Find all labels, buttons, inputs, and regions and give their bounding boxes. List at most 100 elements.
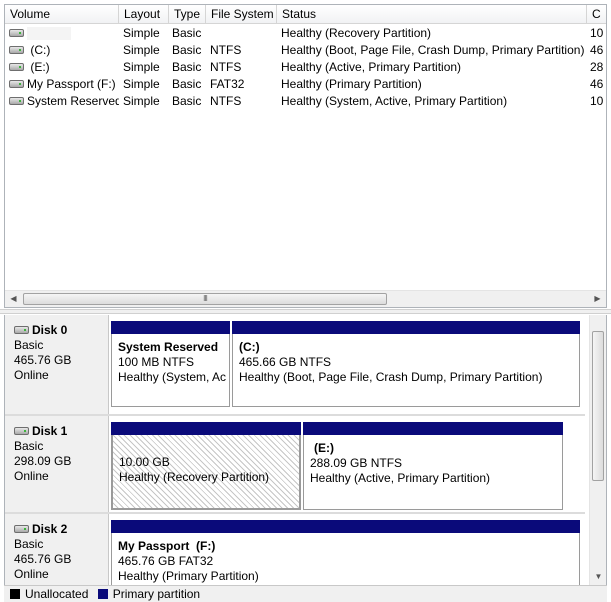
disk-icon	[14, 325, 29, 334]
capacity-cell: 46	[590, 77, 604, 91]
capacity-cell: 10	[590, 26, 604, 40]
drive-icon	[9, 45, 24, 54]
vertical-scroll-thumb[interactable]	[592, 331, 604, 481]
partition-title: System Reserved	[118, 340, 219, 354]
partition-size: 100 MB NTFS	[118, 355, 195, 369]
partition-c[interactable]: (C:) 465.66 GB NTFS Healthy (Boot, Page …	[232, 321, 580, 407]
partition-e[interactable]: (E:) 288.09 GB NTFS Healthy (Active, Pri…	[303, 422, 563, 510]
capacity-cell: 46	[590, 43, 604, 57]
legend: Unallocated Primary partition	[4, 585, 607, 602]
file-system-cell: NTFS	[210, 43, 242, 57]
partition-title: (E:)	[314, 441, 334, 455]
table-row[interactable]: System Reserved Simple Basic NTFS Health…	[5, 93, 606, 110]
scroll-up-arrow-icon[interactable]	[590, 315, 606, 332]
table-row[interactable]: (C:) Simple Basic NTFS Healthy (Boot, Pa…	[5, 42, 606, 59]
legend-unallocated: Unallocated	[10, 587, 92, 601]
partition-f[interactable]: My Passport (F:) 465.76 GB FAT32 Healthy…	[111, 520, 580, 585]
partition-status: Healthy (System, Ac	[118, 370, 227, 384]
legend-label: Unallocated	[25, 587, 89, 601]
volume-name: (C:)	[30, 43, 51, 57]
partition-title: My Passport (F:)	[118, 539, 216, 553]
status-cell: Healthy (Boot, Page File, Crash Dump, Pr…	[281, 43, 585, 57]
disk-size: 298.09 GB	[14, 454, 72, 468]
column-header-label: File System	[211, 7, 274, 21]
volume-cell: (E:)	[9, 59, 119, 76]
volume-list-header: Volume Layout Type File System Status C	[5, 5, 606, 24]
column-header-layout[interactable]: Layout	[119, 5, 169, 24]
disk-name: Disk 1	[32, 424, 68, 438]
volume-rows: Simple Basic Healthy (Recovery Partition…	[5, 25, 606, 110]
table-row[interactable]: My Passport (F:) Simple Basic FAT32 Heal…	[5, 76, 606, 93]
status-cell: Healthy (System, Active, Primary Partiti…	[281, 94, 508, 108]
column-header-label: C	[592, 7, 601, 21]
primary-swatch-icon	[97, 588, 108, 599]
status-cell: Healthy (Active, Primary Partition)	[281, 60, 462, 74]
file-system-cell: FAT32	[210, 77, 245, 91]
column-header-file-system[interactable]: File System	[206, 5, 277, 24]
scroll-down-arrow-icon[interactable]: ▼	[590, 568, 606, 585]
partition-size: 465.76 GB FAT32	[118, 554, 214, 568]
volume-cell: (C:)	[9, 42, 119, 59]
disk-row-2[interactable]: Disk 2 Basic 465.76 GB Online My Passpor…	[5, 514, 585, 585]
partition-size: 288.09 GB NTFS	[310, 456, 403, 470]
pane-splitter[interactable]	[0, 309, 611, 314]
capacity-cell: 10	[590, 94, 604, 108]
disk-type: Basic	[14, 338, 44, 352]
scroll-left-arrow-icon[interactable]: ◀	[5, 291, 22, 307]
drive-icon	[9, 79, 24, 88]
vertical-scrollbar[interactable]: ▼	[589, 315, 606, 585]
volume-cell: System Reserved	[9, 93, 119, 110]
file-system-cell: NTFS	[210, 94, 242, 108]
disk-state: Online	[14, 368, 49, 382]
scroll-right-arrow-icon[interactable]: ▶	[589, 291, 606, 307]
layout-cell: Simple	[123, 60, 160, 74]
volume-list[interactable]: Volume Layout Type File System Status C …	[4, 4, 607, 308]
horizontal-scrollbar[interactable]: ◀ III ▶	[5, 290, 606, 307]
partition-size: 10.00 GB	[119, 455, 170, 469]
volume-name: System Reserved	[27, 94, 119, 108]
disk-state: Online	[14, 469, 49, 483]
column-header-label: Type	[174, 7, 201, 21]
layout-cell: Simple	[123, 43, 160, 57]
disk-type: Basic	[14, 439, 44, 453]
column-header-volume[interactable]: Volume	[5, 5, 119, 24]
primary-partition-bar	[111, 422, 301, 435]
column-header-type[interactable]: Type	[169, 5, 206, 24]
volume-cell: My Passport (F:)	[9, 76, 119, 93]
table-row[interactable]: (E:) Simple Basic NTFS Healthy (Active, …	[5, 59, 606, 76]
horizontal-scroll-thumb[interactable]: III	[23, 293, 387, 305]
disk-info[interactable]: Disk 0 Basic 465.76 GB Online	[5, 315, 109, 416]
column-header-capacity[interactable]: C	[587, 5, 606, 24]
column-header-label: Layout	[124, 7, 161, 21]
layout-cell: Simple	[123, 77, 160, 91]
scroll-grip-icon: III	[203, 294, 208, 303]
disk-name: Disk 2	[32, 522, 68, 536]
disk-type: Basic	[14, 537, 44, 551]
disk-info[interactable]: Disk 1 Basic 298.09 GB Online	[5, 416, 109, 514]
column-header-label: Status	[282, 7, 317, 21]
column-header-status[interactable]: Status	[277, 5, 587, 24]
drive-icon	[9, 28, 24, 37]
type-cell: Basic	[172, 94, 202, 108]
disk-icon	[14, 524, 29, 533]
partition-system-reserved[interactable]: System Reserved 100 MB NTFS Healthy (Sys…	[111, 321, 230, 407]
primary-partition-bar	[303, 422, 563, 435]
layout-cell: Simple	[123, 94, 160, 108]
disk-info[interactable]: Disk 2 Basic 465.76 GB Online	[5, 514, 109, 585]
volume-name: (E:)	[30, 60, 50, 74]
disk-row-0[interactable]: Disk 0 Basic 465.76 GB Online System Res…	[5, 315, 585, 416]
disk-size: 465.76 GB	[14, 353, 72, 367]
disk-size: 465.76 GB	[14, 552, 72, 566]
primary-partition-bar	[111, 520, 580, 533]
disk-map: Disk 0 Basic 465.76 GB Online System Res…	[4, 315, 607, 585]
type-cell: Basic	[172, 60, 202, 74]
volume-cell	[9, 25, 119, 42]
disk-row-1[interactable]: Disk 1 Basic 298.09 GB Online 10.00 GB H…	[5, 416, 585, 514]
redacted-volume-name	[27, 27, 71, 41]
layout-cell: Simple	[123, 26, 160, 40]
capacity-cell: 28	[590, 60, 604, 74]
partition-title: (C:)	[239, 340, 260, 354]
partition-recovery[interactable]: 10.00 GB Healthy (Recovery Partition)	[111, 422, 301, 510]
primary-partition-bar	[232, 321, 580, 334]
table-row[interactable]: Simple Basic Healthy (Recovery Partition…	[5, 25, 606, 42]
